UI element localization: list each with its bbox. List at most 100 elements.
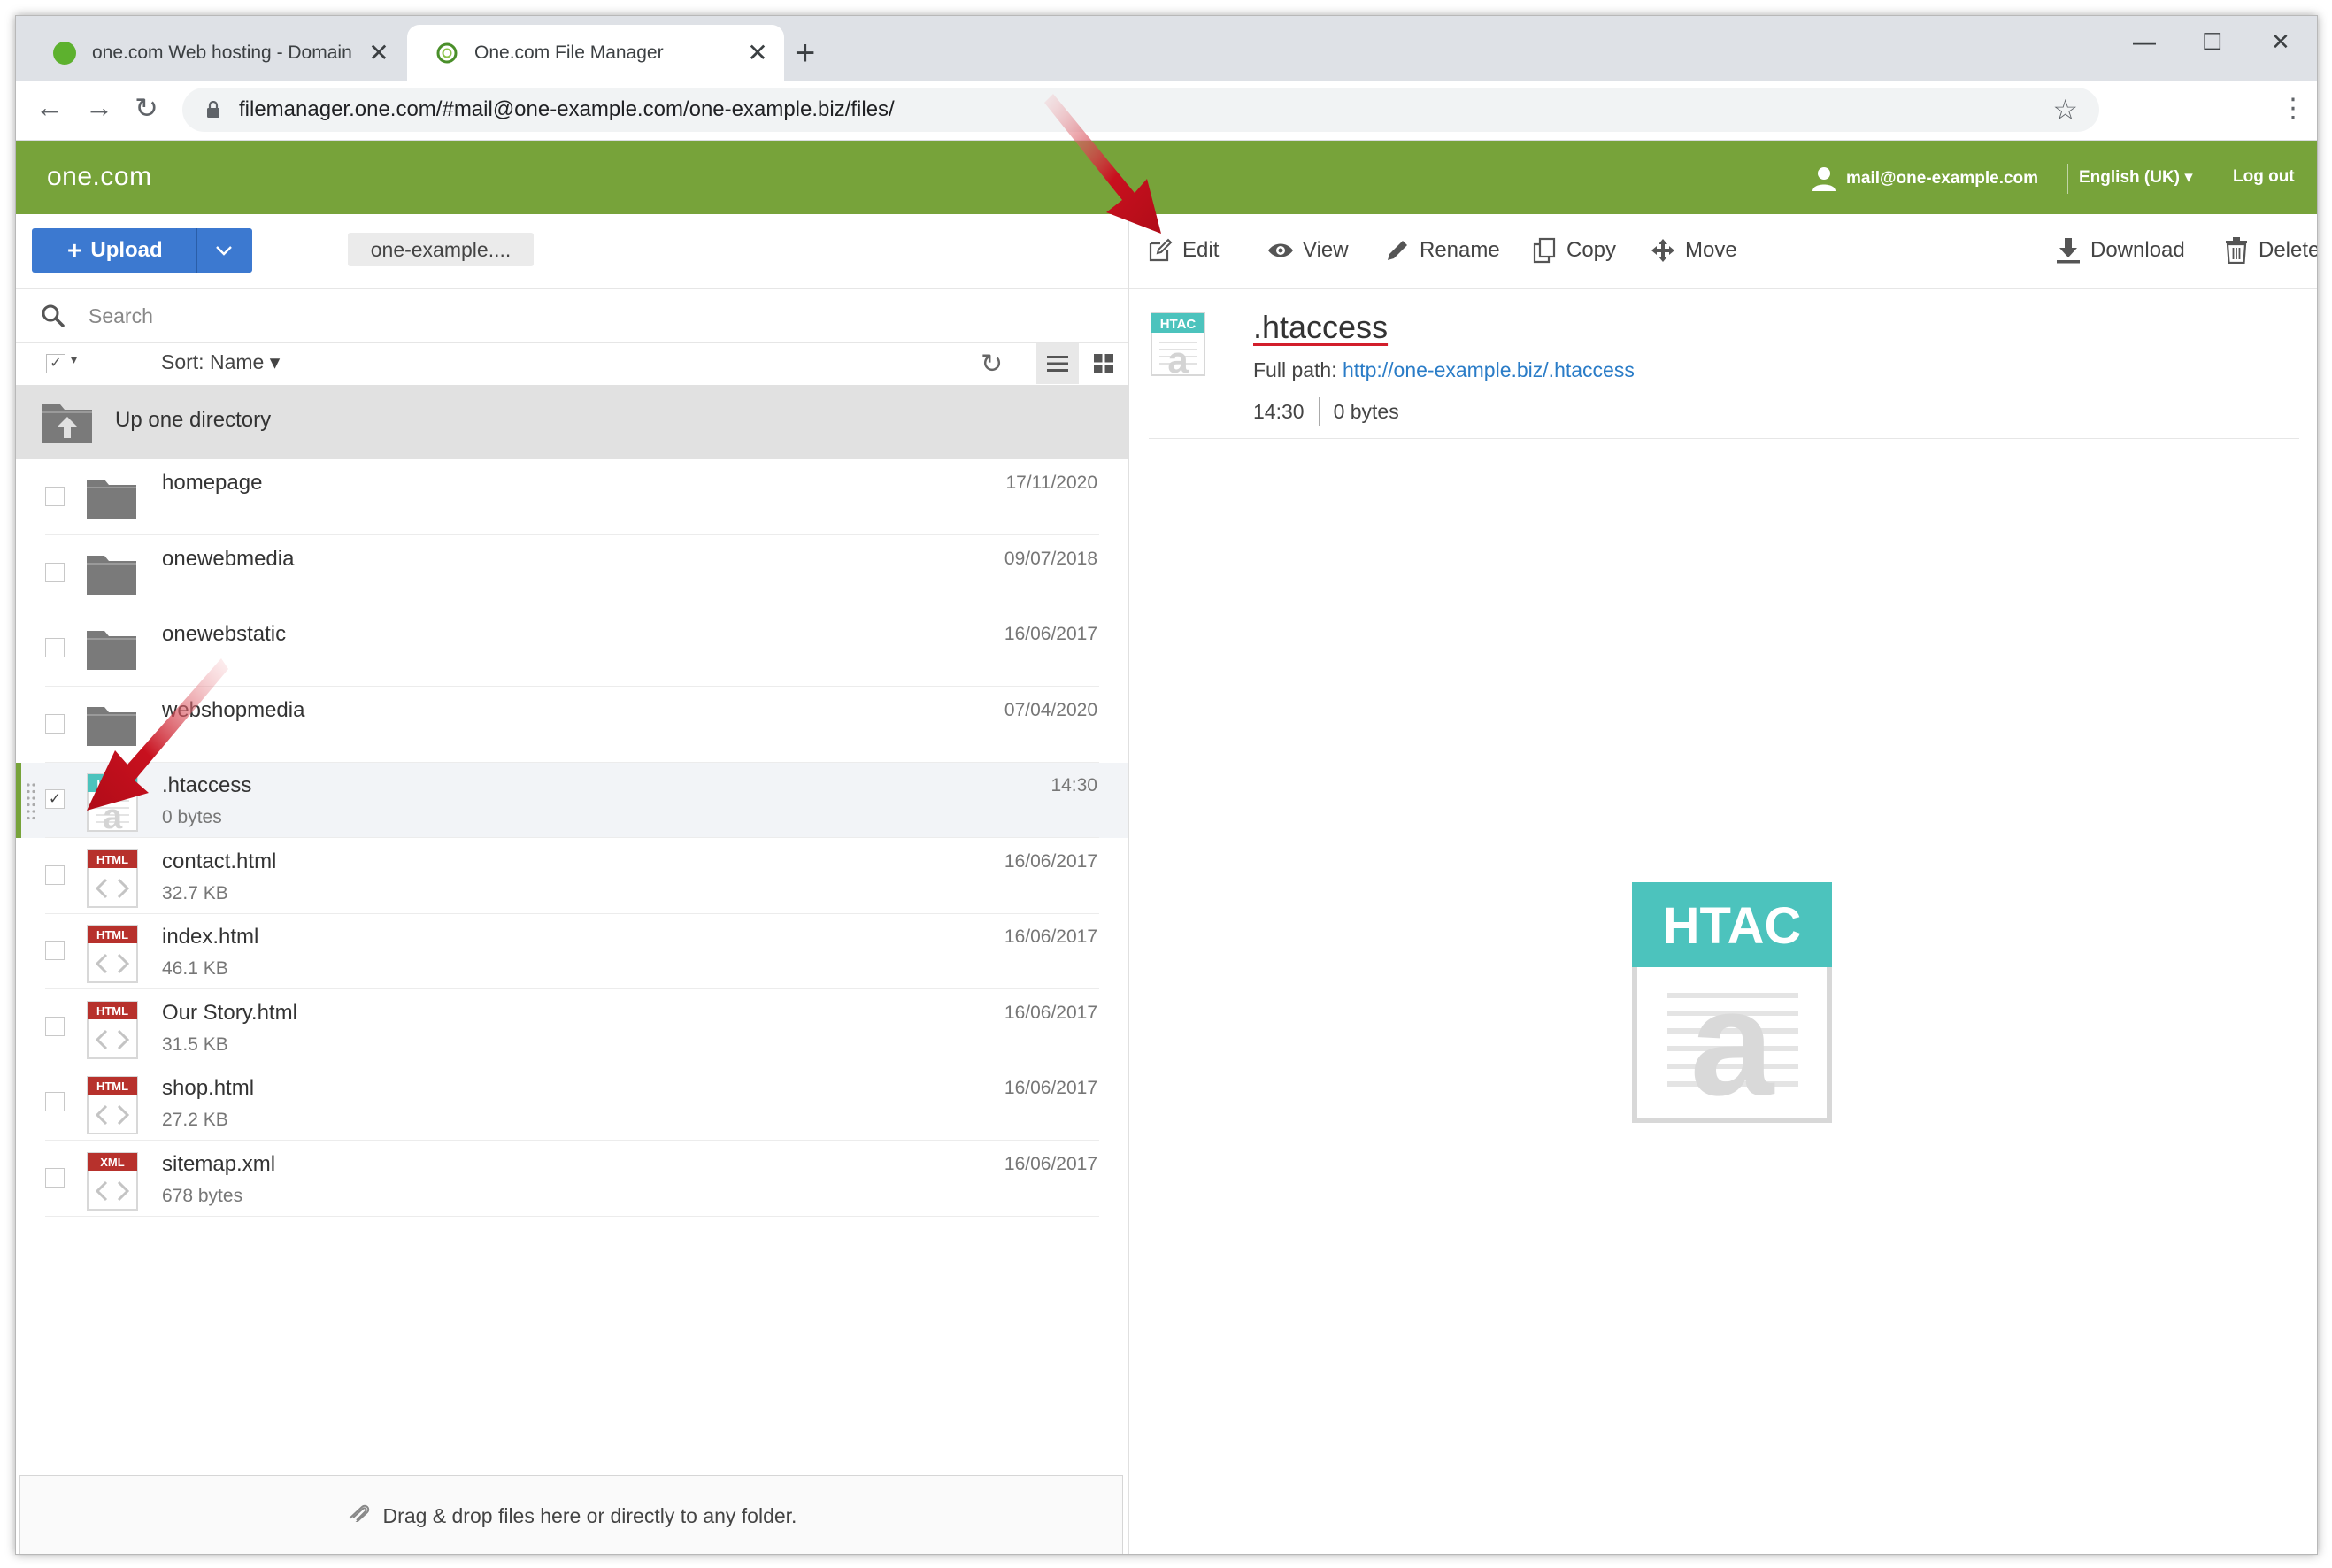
copy-label: Copy [1566,238,1617,262]
htac-file-icon: HTAC a [1151,312,1205,380]
sort-dropdown[interactable]: Sort: Name ▾ [161,350,280,374]
select-menu-caret[interactable]: ▾ [71,352,77,367]
list-view-icon[interactable] [1036,343,1079,384]
htac-glyph: a [1167,339,1189,376]
trash-icon [2223,237,2250,264]
breadcrumb[interactable]: one-example.... [348,233,534,266]
tab-file-manager[interactable]: One.com File Manager ✕ [407,25,784,81]
tab-title: one.com Web hosting - Domain [92,42,352,63]
tab-web-hosting[interactable]: one.com Web hosting - Domain ✕ [25,25,405,81]
code-file-icon: HTML [87,1076,138,1139]
file-row[interactable]: HTML contact.html 32.7 KB 16/06/2017 [16,839,1128,914]
detail-file-name[interactable]: .htaccess [1253,309,1388,346]
drag-handle-icon[interactable] [27,782,35,821]
lock-icon [204,100,223,119]
detail-meta: 14:30 0 bytes [1253,397,1399,426]
detail-size: 0 bytes [1333,399,1399,423]
back-icon[interactable]: ← [35,91,64,124]
file-date: 16/06/2017 [1004,1153,1097,1174]
delete-label: Delete [2259,238,2318,262]
plus-icon: + [67,236,82,264]
file-name: sitemap.xml [162,1151,276,1176]
file-date: 16/06/2017 [1004,1002,1097,1023]
move-arrows-icon [1650,237,1676,264]
favicon-icon [53,41,76,65]
row-checkbox[interactable] [45,487,65,506]
file-row[interactable]: HTML shop.html 27.2 KB 16/06/2017 [16,1065,1128,1141]
code-file-icon: HTML [87,849,138,912]
row-checkbox[interactable]: ✓ [45,789,65,809]
file-date: 16/06/2017 [1004,850,1097,872]
copy-button[interactable]: Copy [1531,237,1616,264]
reload-icon[interactable]: ↻ [135,91,158,125]
up-one-directory[interactable]: Up one directory [16,385,1128,459]
forward-icon[interactable]: → [85,91,113,124]
row-checkbox[interactable] [45,713,65,734]
move-button[interactable]: Move [1650,237,1737,264]
search-input[interactable] [87,298,887,334]
pencil-icon [1384,237,1411,264]
refresh-icon[interactable]: ↻ [981,349,1003,380]
select-all-checkbox[interactable]: ✓ [46,354,65,373]
download-button[interactable]: Download [2055,237,2185,264]
file-row[interactable]: HTML index.html 46.1 KB 16/06/2017 [16,914,1128,989]
url-text: filemanager.one.com/#mail@one-example.co… [239,97,895,121]
view-button[interactable]: View [1267,237,1349,264]
new-tab-button[interactable]: + [795,35,815,71]
code-file-icon: HTML [87,925,138,988]
preview-glyph: a [1690,959,1775,1123]
row-checkbox[interactable] [45,562,65,582]
code-file-icon: HTML [87,1000,138,1064]
user-account[interactable]: mail@one-example.com [1811,165,2038,192]
rename-button[interactable]: Rename [1384,237,1500,264]
row-checkbox[interactable] [45,865,65,885]
up-one-label: Up one directory [115,408,272,432]
delete-button[interactable]: Delete [2223,237,2318,264]
row-checkbox[interactable] [45,1016,65,1036]
tab-bar: one.com Web hosting - Domain ✕ One.com F… [16,16,2317,81]
logout-link[interactable]: Log out [2233,167,2295,187]
row-checkbox[interactable] [45,1092,65,1111]
file-name: shop.html [162,1076,255,1100]
row-checkbox[interactable] [45,1167,65,1188]
row-checkbox[interactable] [45,941,65,960]
full-path-link[interactable]: http://one-example.biz/.htaccess [1343,358,1635,381]
file-row[interactable]: XML sitemap.xml 678 bytes 16/06/2017 [16,1141,1128,1217]
rename-label: Rename [1420,238,1500,262]
minimize-icon[interactable]: — [2133,28,2156,56]
upload-button[interactable]: + Upload [32,228,252,273]
favicon-icon [435,42,458,65]
search-icon [41,304,65,328]
folder-row[interactable]: homepage 17/11/2020 [16,460,1128,535]
maximize-icon[interactable]: ☐ [2202,28,2222,56]
folder-row[interactable]: onewebmedia 09/07/2018 [16,536,1128,611]
file-browser-pane: + Upload one-example.... ✓ ▾ Sort: Name … [16,214,1129,1554]
eye-icon [1267,237,1294,264]
language-selector[interactable]: English (UK) ▾ [2079,167,2193,188]
onecom-logo[interactable]: one.com [47,162,152,192]
close-window-icon[interactable]: ✕ [2271,28,2290,56]
file-name: index.html [162,925,259,949]
grid-view-icon[interactable] [1082,343,1125,384]
file-size: 32.7 KB [162,882,228,903]
browser-window: one.com Web hosting - Domain ✕ One.com F… [15,15,2318,1555]
close-tab-icon[interactable]: ✕ [742,38,773,67]
file-row[interactable]: HTML Our Story.html 31.5 KB 16/06/2017 [16,990,1128,1065]
preview-badge-text: HTAC [1663,897,1802,955]
chevron-down-icon[interactable] [209,238,239,263]
file-size: 678 bytes [162,1185,243,1206]
browser-menu-icon[interactable]: ⋮ [2280,93,2306,124]
svg-text:HTML: HTML [96,928,128,942]
upload-divider [196,228,197,273]
close-tab-icon[interactable]: ✕ [363,38,395,67]
search-bar [16,288,1128,343]
folder-icon [87,552,136,599]
svg-text:XML: XML [100,1156,125,1169]
row-checkbox[interactable] [45,638,65,657]
bookmark-star-icon[interactable]: ☆ [2052,93,2078,127]
file-name: Our Story.html [162,1000,297,1025]
annotation-arrow-checkbox [87,658,228,811]
htac-badge-text: HTAC [1160,317,1197,332]
drop-zone[interactable]: Drag & drop files here or directly to an… [19,1475,1123,1554]
action-toolbar: Edit View Rename Copy Move Download Dele… [1129,214,2317,289]
